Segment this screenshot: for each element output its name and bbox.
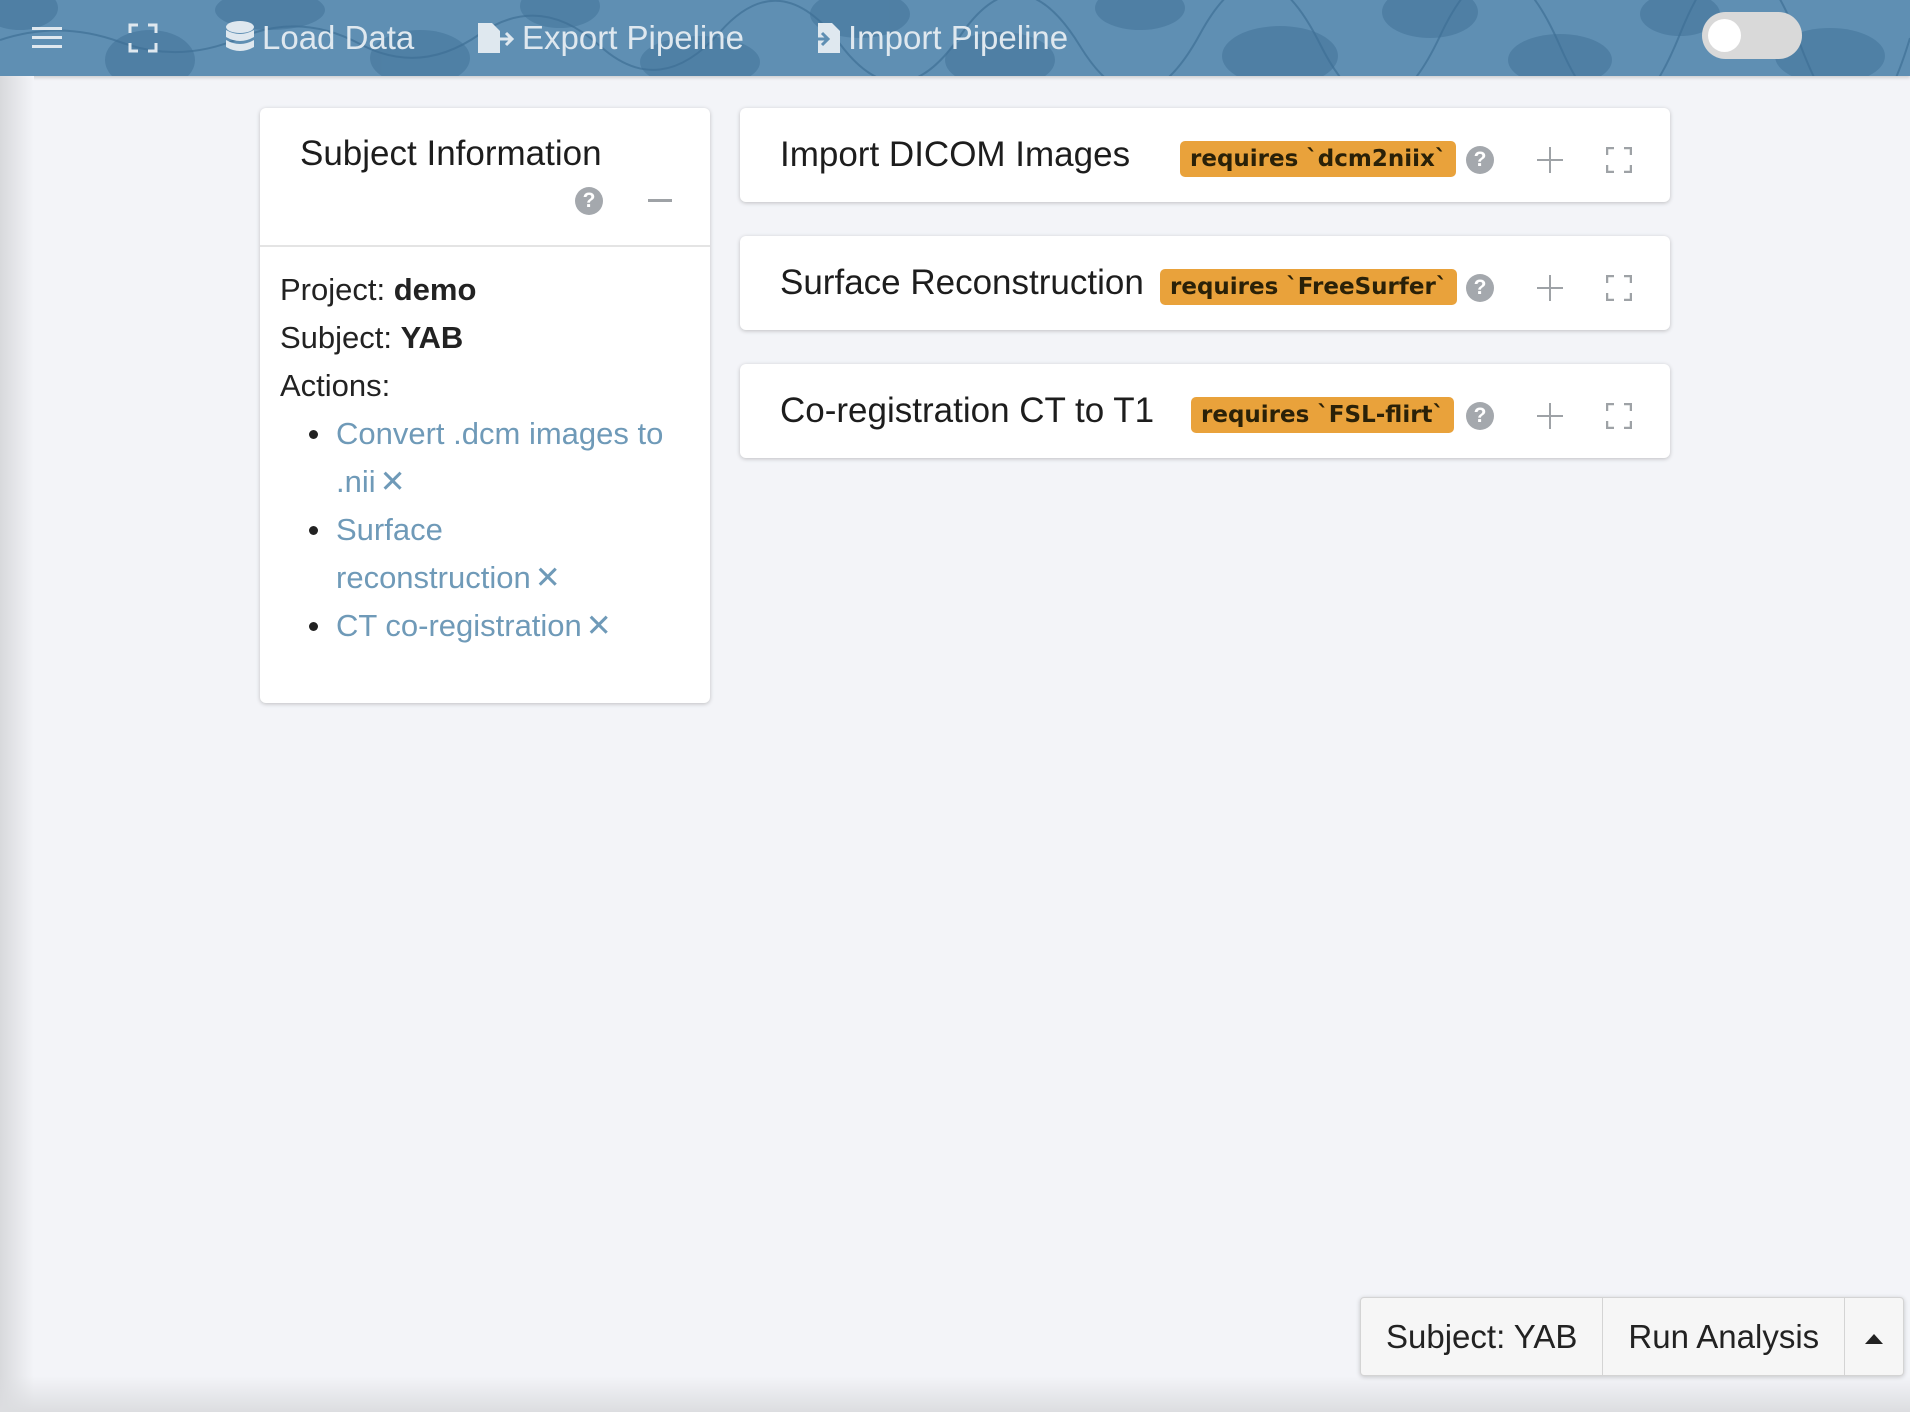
subject-label: Subject: — [280, 320, 393, 355]
step-card-surface-reconstruction: Surface Reconstruction requires `FreeSur… — [740, 236, 1670, 330]
card-title: Subject Information — [300, 134, 602, 173]
step-title: Co-registration CT to T1 — [780, 391, 1155, 430]
analysis-button-group: Subject: YAB Run Analysis — [1360, 1297, 1905, 1376]
toggle-knob — [1708, 19, 1741, 52]
collapse-icon[interactable] — [648, 199, 672, 202]
action-item: Surface reconstruction ✕ — [309, 506, 586, 602]
remove-action-icon[interactable]: ✕ — [586, 608, 612, 643]
actions-list: Convert .dcm images to .nii ✕ Surface rec… — [280, 410, 666, 650]
remove-action-icon[interactable]: ✕ — [380, 464, 406, 499]
theme-toggle[interactable] — [1702, 12, 1802, 59]
expand-menu-button[interactable] — [1845, 1298, 1903, 1375]
subject-details: Project: demo Subject: YAB Actions: Conv… — [280, 266, 666, 650]
run-analysis-button[interactable]: Run Analysis — [1603, 1298, 1846, 1375]
add-icon[interactable] — [1537, 403, 1563, 429]
step-title: Surface Reconstruction — [780, 263, 1144, 302]
help-icon[interactable]: ? — [1466, 274, 1494, 302]
database-icon — [226, 21, 254, 51]
step-card-import-dicom: Import DICOM Images requires `dcm2niix` … — [740, 108, 1670, 202]
actions-label: Actions: — [280, 368, 391, 403]
subject-value: YAB — [400, 320, 464, 355]
caret-up-icon — [1865, 1334, 1884, 1345]
expand-icon[interactable] — [1606, 275, 1632, 301]
project-value: demo — [393, 272, 477, 307]
top-navbar: Load Data Export Pipeline Import Pipelin… — [0, 0, 1910, 76]
load-data-label: Load Data — [262, 19, 415, 56]
remove-action-icon[interactable]: ✕ — [535, 560, 561, 595]
step-title: Import DICOM Images — [780, 135, 1131, 174]
card-divider — [260, 245, 710, 247]
load-data-button[interactable]: Load Data — [224, 0, 414, 76]
menu-button[interactable] — [32, 0, 68, 76]
help-icon[interactable]: ? — [1466, 146, 1494, 174]
add-icon[interactable] — [1537, 147, 1563, 173]
fullscreen-icon — [128, 23, 158, 53]
requirement-badge: requires `FSL-flirt` — [1191, 397, 1455, 433]
action-link-ct[interactable]: CT co-registration — [336, 608, 582, 643]
action-link-surface[interactable]: Surface reconstruction — [336, 512, 531, 595]
file-import-icon — [806, 23, 840, 53]
export-pipeline-label: Export Pipeline — [522, 19, 744, 56]
import-pipeline-button[interactable]: Import Pipeline — [806, 0, 1068, 76]
subject-information-card: Subject Information ? Project: demo Subj… — [260, 108, 710, 703]
action-item: Convert .dcm images to .nii ✕ — [309, 410, 666, 506]
expand-icon[interactable] — [1606, 147, 1632, 173]
step-card-co-registration: Co-registration CT to T1 requires `FSL-f… — [740, 364, 1670, 458]
help-icon[interactable]: ? — [575, 187, 603, 215]
requirement-badge: requires `dcm2niix` — [1180, 141, 1457, 177]
help-icon[interactable]: ? — [1466, 402, 1494, 430]
file-export-icon — [478, 23, 515, 53]
export-pipeline-button[interactable]: Export Pipeline — [476, 0, 744, 76]
add-icon[interactable] — [1537, 275, 1563, 301]
subject-button[interactable]: Subject: YAB — [1361, 1298, 1604, 1375]
import-pipeline-label: Import Pipeline — [848, 19, 1069, 56]
expand-icon[interactable] — [1606, 403, 1632, 429]
action-item: CT co-registration ✕ — [309, 602, 666, 650]
project-row: Project: demo — [280, 266, 666, 314]
subject-row: Subject: YAB — [280, 314, 666, 362]
project-label: Project: — [280, 272, 386, 307]
requirement-badge: requires `FreeSurfer` — [1160, 269, 1458, 305]
fullscreen-button[interactable] — [128, 0, 164, 76]
hamburger-menu-icon — [32, 27, 62, 48]
sidebar-edge — [0, 76, 34, 1412]
footer-shade — [0, 1376, 1910, 1412]
